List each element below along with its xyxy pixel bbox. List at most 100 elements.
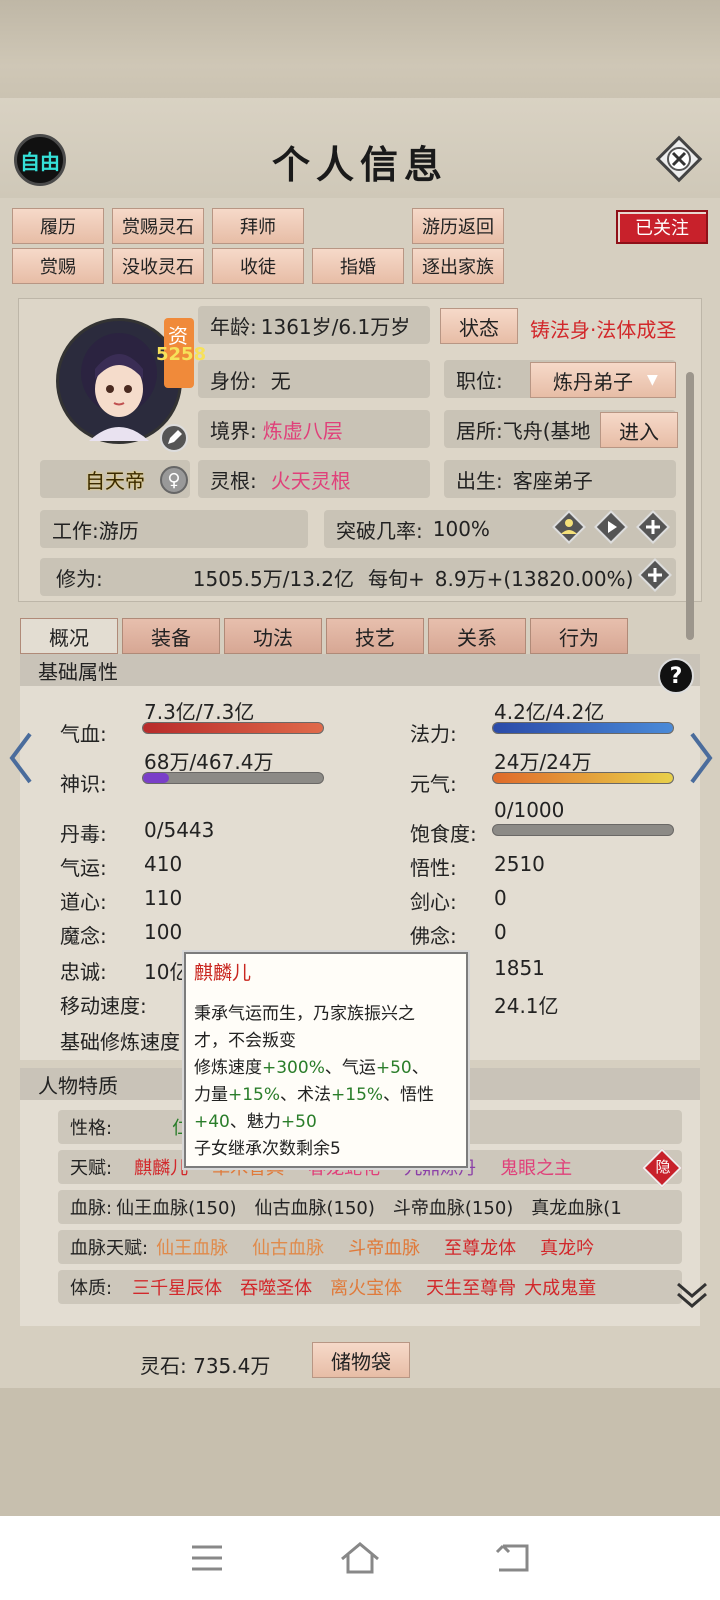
physique-item[interactable]: 大成鬼童 xyxy=(524,1274,596,1300)
status-text: 铸法身·法体成圣 xyxy=(530,318,677,342)
home-button[interactable] xyxy=(330,1533,390,1583)
satiety-label: 饱食度: xyxy=(410,822,477,846)
home-icon xyxy=(341,1542,379,1574)
bloodline-talent-row: 血脉天赋: 仙王血脉 仙古血脉 斗帝血脉 至尊龙体 真龙吟 xyxy=(58,1230,682,1264)
mana-value: 4.2亿/4.2亿 xyxy=(494,700,605,724)
blood-label: 气血: xyxy=(60,722,107,746)
tab-skills[interactable]: 技艺 xyxy=(326,618,424,654)
sword-label: 剑心: xyxy=(410,890,457,914)
identity-label: 身份: xyxy=(210,368,257,393)
add-icon[interactable] xyxy=(636,510,670,544)
physique-item[interactable]: 吞噬圣体 xyxy=(240,1274,312,1300)
physique-item[interactable]: 三千星辰体 xyxy=(132,1274,222,1300)
work-field: 工作: 游历 xyxy=(40,510,308,548)
help-icon[interactable]: ? xyxy=(658,658,694,694)
top-background xyxy=(0,0,720,110)
menu-button[interactable] xyxy=(177,1533,237,1583)
per-period-value: 8.9万+(13820.00%) xyxy=(434,566,634,591)
residence-label: 居所: xyxy=(456,418,503,443)
resume-button[interactable]: 履历 xyxy=(12,208,104,244)
page-title: 个人信息 xyxy=(271,142,448,187)
previous-arrow[interactable] xyxy=(6,730,36,786)
status-button[interactable]: 状态 xyxy=(440,308,518,344)
edit-avatar-icon[interactable] xyxy=(160,424,188,452)
satiety-value: 0/1000 xyxy=(494,798,565,822)
back-button[interactable] xyxy=(483,1533,543,1583)
age-field: 年龄: 1361岁/6.1万岁 xyxy=(198,306,430,344)
take-master-button[interactable]: 拜师 xyxy=(212,208,304,244)
storage-bag-button[interactable]: 储物袋 xyxy=(312,1342,410,1378)
add-cultivation-icon[interactable] xyxy=(638,558,672,592)
position-label: 职位: xyxy=(456,368,503,393)
sense-value: 68万/467.4万 xyxy=(144,750,274,774)
age-value: 1361岁/6.1万岁 xyxy=(260,314,411,339)
spirit-stones: 灵石: 735.4万 xyxy=(140,1350,270,1379)
blood-bar xyxy=(142,722,324,734)
tab-actions[interactable]: 行为 xyxy=(530,618,628,654)
expel-family-button[interactable]: 逐出家族 xyxy=(412,248,504,284)
reward-stones-button[interactable]: 赏赐灵石 xyxy=(112,208,204,244)
identity-value: 无 xyxy=(270,368,291,393)
bloodline-talent-item[interactable]: 仙王血脉 xyxy=(156,1234,228,1260)
insight-value: 2510 xyxy=(494,852,545,876)
back-icon xyxy=(496,1544,529,1572)
blood-value: 7.3亿/7.3亿 xyxy=(144,700,255,724)
bloodline-talent-item[interactable]: 真龙吟 xyxy=(540,1234,594,1260)
enter-button[interactable]: 进入 xyxy=(600,412,678,448)
arrange-marriage-button[interactable]: 指婚 xyxy=(312,248,404,284)
reward-button[interactable]: 赏赐 xyxy=(12,248,104,284)
bloodline-item[interactable]: 仙王血脉(150) xyxy=(116,1194,236,1220)
buddha-label: 佛念: xyxy=(410,924,457,948)
residence-value: 飞舟(基地 xyxy=(502,418,591,443)
play-icon[interactable] xyxy=(594,510,628,544)
spirit-stones-value: 735.4万 xyxy=(193,1354,271,1378)
per-period-label: 每旬+ xyxy=(368,566,425,591)
luck-value: 410 xyxy=(144,852,183,876)
bloodline-talent-item[interactable]: 仙古血脉 xyxy=(252,1234,324,1260)
tooltip-line: 秉承气运而生，乃家族振兴之 xyxy=(194,1004,415,1024)
sense-label: 神识: xyxy=(60,772,107,796)
birth-value: 客座弟子 xyxy=(512,468,593,493)
meditate-icon[interactable] xyxy=(552,510,586,544)
tab-relations[interactable]: 关系 xyxy=(428,618,526,654)
next-arrow[interactable] xyxy=(686,730,716,786)
bloodline-talent-item[interactable]: 至尊龙体 xyxy=(444,1234,516,1260)
talent-item[interactable]: 麒麟儿 xyxy=(134,1154,188,1180)
vitality-label: 元气: xyxy=(410,772,457,796)
bloodline-talent-label: 血脉天赋: xyxy=(70,1238,149,1259)
root-value: 火天灵根 xyxy=(270,468,351,493)
dao-value: 110 xyxy=(144,886,183,910)
physique-row: 体质: 三千星辰体 吞噬圣体 离火宝体 天生至尊骨 大成鬼童 xyxy=(58,1270,682,1304)
tooltip-line: +40、魅力+50 xyxy=(194,1112,317,1132)
physique-item[interactable]: 天生至尊骨 xyxy=(426,1274,516,1300)
bloodline-talent-item[interactable]: 斗帝血脉 xyxy=(348,1234,420,1260)
work-label: 工作: xyxy=(52,518,99,543)
bloodline-item[interactable]: 仙古血脉(150) xyxy=(254,1194,374,1220)
tab-techniques[interactable]: 功法 xyxy=(224,618,322,654)
demon-value: 100 xyxy=(144,920,183,944)
position-select[interactable]: 炼丹弟子 ▼ xyxy=(530,362,676,398)
vitality-value: 24万/24万 xyxy=(494,750,592,774)
travel-return-button[interactable]: 游历返回 xyxy=(412,208,504,244)
chevron-right-icon xyxy=(690,732,713,784)
confiscate-stones-button[interactable]: 没收灵石 xyxy=(112,248,204,284)
tab-equipment[interactable]: 装备 xyxy=(122,618,220,654)
tooltip-line: 才，不会叛变 xyxy=(194,1031,296,1051)
personality-label: 性格: xyxy=(70,1118,113,1139)
talent-item[interactable]: 鬼眼之主 xyxy=(500,1154,572,1180)
demon-label: 魔念: xyxy=(60,924,107,948)
cultivation-label: 修为: xyxy=(56,566,103,591)
followed-button[interactable]: 已关注 xyxy=(616,210,708,244)
female-gender-icon: ♀ xyxy=(160,466,188,494)
attribute-value-right-6: 24.1亿 xyxy=(494,994,559,1018)
bloodline-item[interactable]: 真龙血脉(1 xyxy=(531,1194,621,1220)
tab-overview[interactable]: 概况 xyxy=(20,618,118,654)
scrollbar[interactable] xyxy=(686,372,694,640)
base-cultivation-speed-label: 基础修炼速度: xyxy=(60,1030,187,1054)
physique-item[interactable]: 离火宝体 xyxy=(330,1274,402,1300)
take-disciple-button[interactable]: 收徒 xyxy=(212,248,304,284)
bloodline-item[interactable]: 斗帝血脉(150) xyxy=(393,1194,513,1220)
loyalty-value: 10亿 xyxy=(144,960,190,984)
close-button[interactable] xyxy=(654,134,704,184)
expand-down-icon[interactable] xyxy=(674,1278,710,1314)
